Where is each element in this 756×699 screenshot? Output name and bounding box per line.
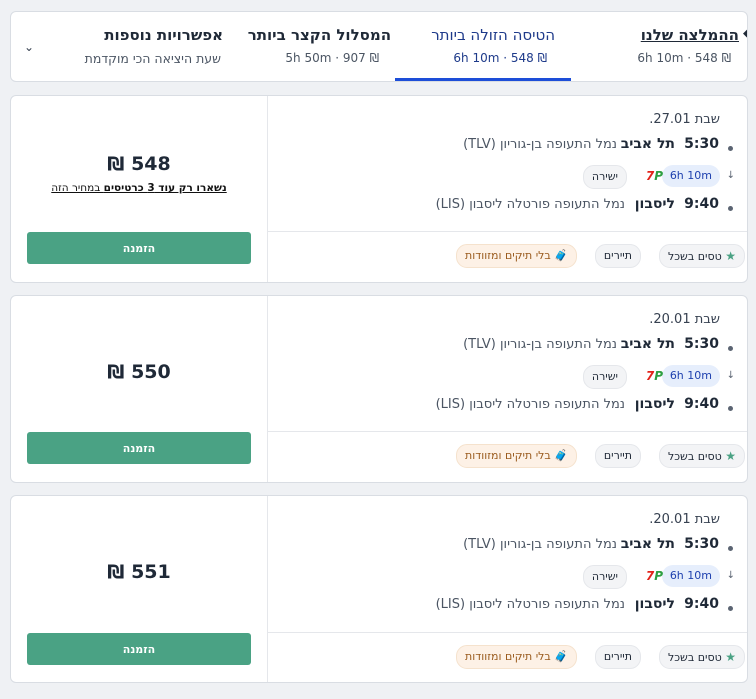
tag-no-bags-label: בלי תיקים ומזוודות — [464, 249, 551, 262]
tag-tourists: תיירים — [594, 645, 641, 669]
departure-city: תל אביב — [620, 136, 675, 152]
flight-details: שבת 20.01. 5:30 תל אביב נמל התעופה בן-גו… — [268, 496, 747, 682]
departure-dot — [728, 546, 733, 551]
tab-shortest-title: המסלול הקצר ביותר — [247, 26, 391, 44]
departure-dot — [728, 346, 733, 351]
price-panel: 550 ₪ הזמנה — [11, 296, 268, 482]
bag-icon: 🧳 — [554, 249, 568, 262]
chevron-down-icon[interactable]: ⌄ — [24, 40, 34, 54]
arrival-airport: נמל התעופה פורטלה ליסבון (LIS) — [435, 597, 625, 612]
tab-cheapest-title: הטיסה הזולה ביותר — [431, 26, 555, 44]
tag-smart-label: טסים בשכל — [667, 250, 722, 263]
tab-shortest-sub: ₪ 907 · 5h 50m — [285, 51, 379, 65]
stops-badge: ישירה — [582, 565, 627, 589]
bookmark-icon: ◆ — [743, 26, 747, 41]
arrival-dot — [728, 206, 733, 211]
flight-card: 548 ₪ נשארו רק עוד 3 כרטיסים במחיר הזה ה… — [10, 95, 748, 283]
arrival-dot — [728, 606, 733, 611]
arrival-city: ליסבון — [634, 196, 675, 212]
sort-tabs: ◆ ההמלצה שלנו ₪ 548 · 6h 10m הטיסה הזולה… — [10, 11, 748, 82]
departure-dot — [728, 146, 733, 151]
arrow-down-icon: ↓ — [726, 570, 735, 581]
active-tab-indicator — [395, 78, 571, 81]
price: 551 ₪ — [107, 561, 171, 583]
tag-tourists: תיירים — [594, 244, 641, 268]
divider — [268, 231, 747, 232]
departure-time: 5:30 — [684, 336, 719, 352]
price: 550 ₪ — [107, 361, 171, 383]
arrow-down-icon: ↓ — [726, 170, 735, 181]
tag-smart-label: טסים בשכל — [667, 450, 722, 463]
bag-icon: 🧳 — [554, 449, 568, 462]
seats-warning: נשארו רק עוד 3 כרטיסים במחיר הזה — [11, 182, 267, 194]
arrival-airport: נמל התעופה פורטלה ליסבון (LIS) — [435, 197, 625, 212]
departure-city: תל אביב — [620, 336, 675, 352]
tag-smart-label: טסים בשכל — [667, 651, 722, 664]
flight-date: שבת 20.01. — [649, 312, 720, 327]
departure-airport: נמל התעופה בן-גוריון (TLV) — [463, 537, 617, 552]
seats-warning-rest: במחיר הזה — [51, 182, 104, 194]
flight-details: שבת 20.01. 5:30 תל אביב נמל התעופה בן-גו… — [268, 296, 747, 482]
flight-date: שבת 20.01. — [649, 512, 720, 527]
flight-card: 551 ₪ הזמנה שבת 20.01. 5:30 תל אביב נמל … — [10, 495, 748, 683]
tab-cheapest[interactable]: הטיסה הזולה ביותר ₪ 548 · 6h 10m — [395, 12, 571, 81]
tab-recommended[interactable]: ◆ ההמלצה שלנו ₪ 548 · 6h 10m — [601, 12, 747, 81]
book-button[interactable]: הזמנה — [27, 232, 251, 264]
star-icon: ★ — [725, 249, 736, 263]
tag-smart: ★ טסים בשכל — [658, 244, 745, 268]
tag-no-bags-label: בלי תיקים ומזוודות — [464, 449, 551, 462]
airline-logo: 7P — [645, 369, 663, 383]
seats-warning-bold: נשארו רק עוד 3 כרטיסים — [103, 182, 227, 194]
tag-tourists: תיירים — [594, 444, 641, 468]
duration-badge: 6h 10m — [661, 165, 720, 187]
departure-airport: נמל התעופה בן-גוריון (TLV) — [463, 137, 617, 152]
stops-badge: ישירה — [582, 165, 627, 189]
arrival-time: 9:40 — [684, 596, 719, 612]
tab-shortest[interactable]: המסלול הקצר ביותר ₪ 907 · 5h 50m — [225, 12, 391, 81]
tab-more-sub: שעת היציאה הכי מוקדמת — [84, 51, 221, 66]
stops-badge: ישירה — [582, 365, 627, 389]
arrow-down-icon: ↓ — [726, 370, 735, 381]
star-icon: ★ — [725, 449, 736, 463]
price-panel: 548 ₪ נשארו רק עוד 3 כרטיסים במחיר הזה ה… — [11, 96, 268, 282]
tab-more-title: אפשרויות נוספות — [104, 26, 223, 44]
book-button[interactable]: הזמנה — [27, 633, 251, 665]
tab-more-options[interactable]: אפשרויות נוספות שעת היציאה הכי מוקדמת — [29, 12, 223, 81]
departure-time: 5:30 — [684, 136, 719, 152]
price-panel: 551 ₪ הזמנה — [11, 496, 268, 682]
tab-cheapest-sub: ₪ 548 · 6h 10m — [453, 51, 547, 65]
airline-logo: 7P — [645, 169, 663, 183]
arrival-dot — [728, 406, 733, 411]
divider — [268, 431, 747, 432]
price: 548 ₪ — [107, 153, 171, 175]
duration-badge: 6h 10m — [661, 365, 720, 387]
tag-no-bags: 🧳 בלי תיקים ומזוודות — [455, 444, 577, 468]
duration-badge: 6h 10m — [661, 565, 720, 587]
airline-logo: 7P — [645, 569, 663, 583]
departure-time: 5:30 — [684, 536, 719, 552]
bag-icon: 🧳 — [554, 650, 568, 663]
star-icon: ★ — [725, 650, 736, 664]
departure-airport: נמל התעופה בן-גוריון (TLV) — [463, 337, 617, 352]
arrival-airport: נמל התעופה פורטלה ליסבון (LIS) — [435, 397, 625, 412]
tag-smart: ★ טסים בשכל — [658, 444, 745, 468]
book-button[interactable]: הזמנה — [27, 432, 251, 464]
flight-date: שבת 27.01. — [649, 112, 720, 127]
arrival-time: 9:40 — [684, 396, 719, 412]
divider — [268, 632, 747, 633]
arrival-city: ליסבון — [634, 596, 675, 612]
departure-city: תל אביב — [620, 536, 675, 552]
tag-no-bags-label: בלי תיקים ומזוודות — [464, 650, 551, 663]
arrival-city: ליסבון — [634, 396, 675, 412]
flight-card: 550 ₪ הזמנה שבת 20.01. 5:30 תל אביב נמל … — [10, 295, 748, 483]
flight-details: שבת 27.01. 5:30 תל אביב נמל התעופה בן-גו… — [268, 96, 747, 282]
tag-no-bags: 🧳 בלי תיקים ומזוודות — [455, 244, 577, 268]
tag-smart: ★ טסים בשכל — [658, 645, 745, 669]
tab-recommended-title: ההמלצה שלנו — [640, 26, 739, 44]
tab-recommended-sub: ₪ 548 · 6h 10m — [637, 51, 731, 65]
arrival-time: 9:40 — [684, 196, 719, 212]
tag-no-bags: 🧳 בלי תיקים ומזוודות — [455, 645, 577, 669]
